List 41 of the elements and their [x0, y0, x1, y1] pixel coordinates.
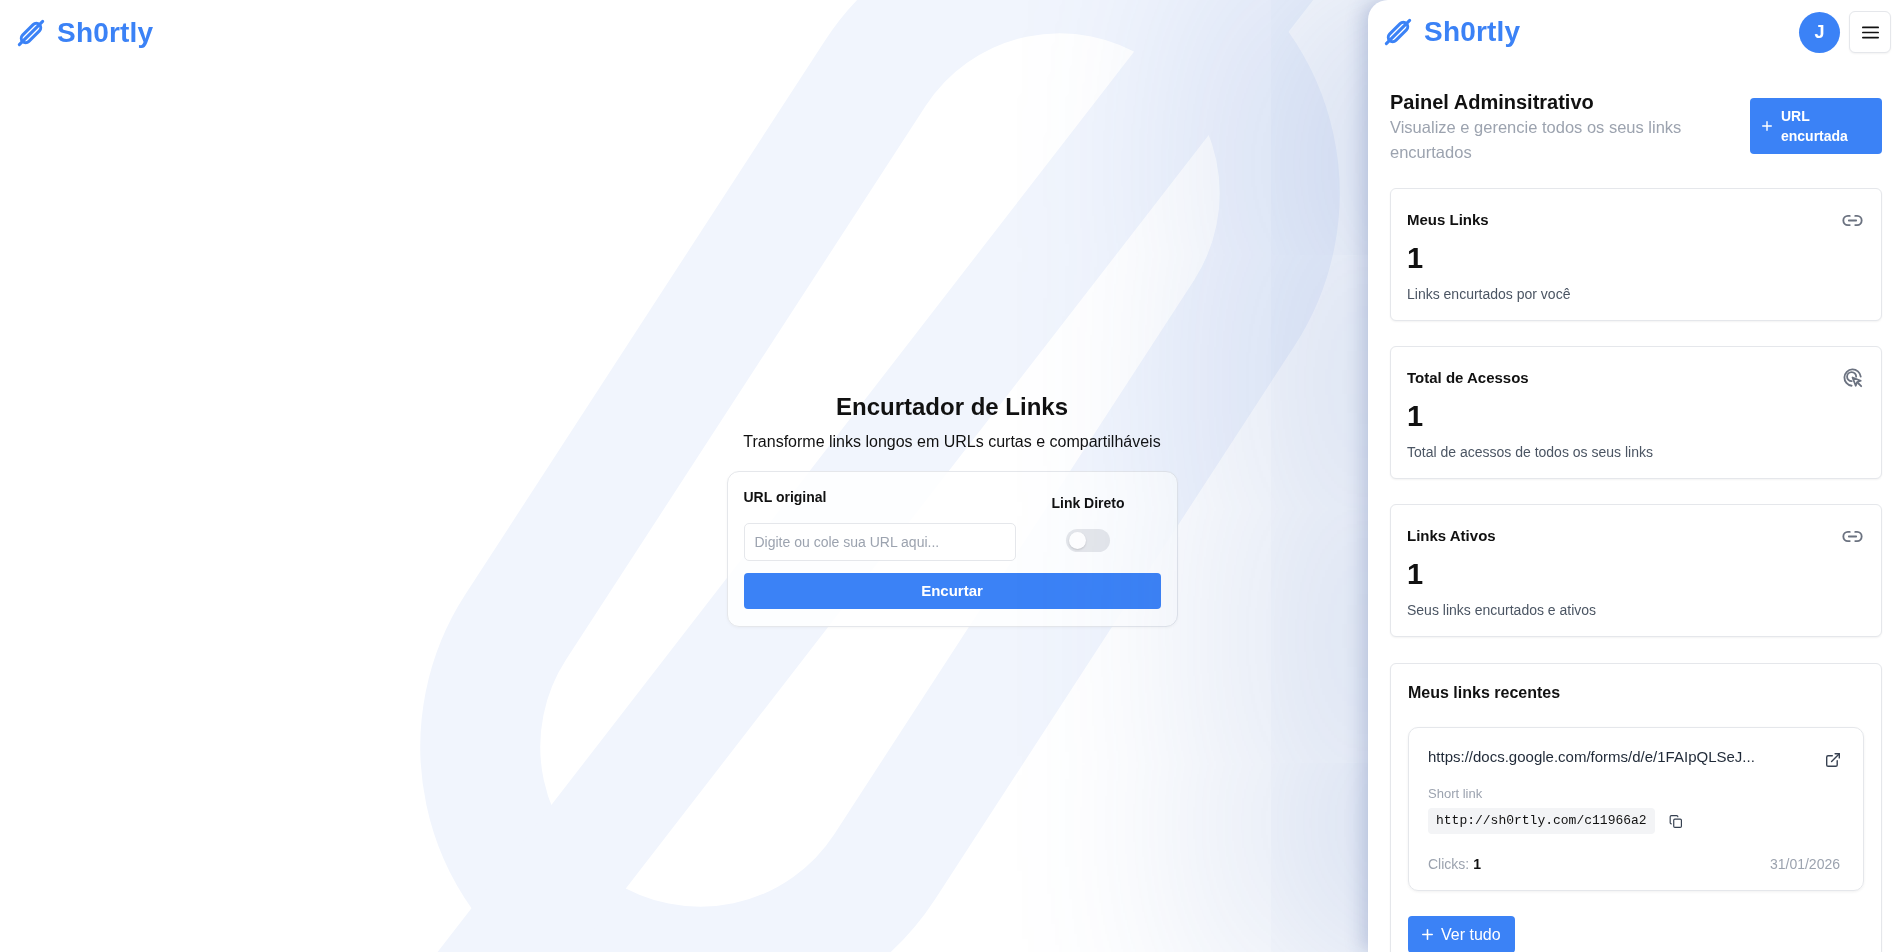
created-date: 31/01/2026	[1769, 855, 1840, 874]
toggle-label: Link Direto	[1051, 493, 1125, 513]
menu-button[interactable]	[1849, 11, 1891, 53]
stat-description: Links encurtados por você	[1407, 285, 1572, 304]
copy-icon[interactable]	[1668, 814, 1682, 828]
stat-title: Links Ativos	[1407, 526, 1496, 546]
user-avatar[interactable]: J	[1799, 11, 1840, 53]
menu-icon	[1861, 25, 1879, 39]
logo-text[interactable]: Sh0rtly	[1424, 16, 1521, 48]
shorten-button[interactable]: Encurtar	[743, 572, 1161, 609]
page-subtitle: Transforme links longos em URLs curtas e compartilháveis	[742, 431, 1162, 452]
stat-value: 1	[1407, 559, 1425, 589]
plus-icon	[1422, 929, 1433, 940]
stat-description: Total de acessos de todos os seus links	[1407, 443, 1654, 462]
plus-icon	[1762, 121, 1772, 131]
stat-value: 1	[1407, 243, 1425, 273]
chain-link-icon	[1384, 18, 1412, 46]
stat-description: Seus links encurtados e ativos	[1407, 601, 1598, 620]
page-title: Encurtador de Links	[834, 391, 1069, 422]
field-label: URL original	[743, 487, 827, 507]
clicks-count: 1	[1473, 856, 1482, 872]
toggle-switch[interactable]	[1066, 528, 1110, 552]
external-link-icon[interactable]	[1826, 753, 1840, 767]
url-input[interactable]: Digite ou cole sua URL aqui...	[743, 522, 1016, 561]
cursor-click-icon	[1843, 368, 1863, 388]
section-title: Meus links recentes	[1408, 683, 1562, 703]
logo-text[interactable]: Sh0rtly	[57, 17, 154, 49]
new-link-button[interactable]: URL encurtada	[1750, 98, 1882, 154]
stat-title: Meus Links	[1407, 210, 1489, 230]
stat-title: Total de Acessos	[1407, 368, 1529, 388]
chain-link-icon	[17, 19, 45, 47]
short-link-label: Short link	[1428, 786, 1484, 802]
link-icon	[1842, 214, 1863, 226]
link-icon	[1842, 530, 1863, 542]
panel-subtitle: Visualize e gerencie todos os seus links encurtados	[1390, 117, 1683, 163]
clicks-label: Clicks:	[1428, 856, 1470, 872]
original-url: https://docs.google.com/forms/d/e/1FAIpQLSeJ...	[1428, 747, 1755, 767]
short-url: http://sh0rtly.com/c11966a2	[1428, 808, 1655, 834]
panel-title: Painel Adminsitrativo	[1390, 90, 1595, 114]
view-all-button[interactable]: Ver tudo	[1408, 916, 1515, 952]
stat-value: 1	[1407, 401, 1425, 431]
